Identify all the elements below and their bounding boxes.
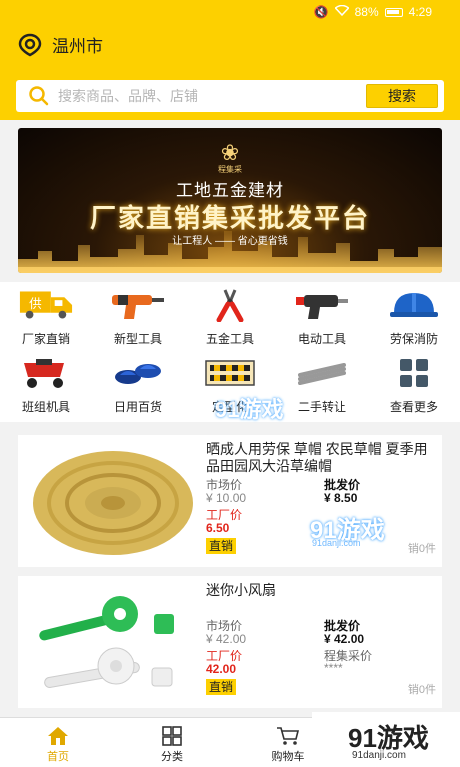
more-grid-icon bbox=[386, 356, 442, 390]
pliers-icon bbox=[202, 288, 258, 322]
category-item[interactable]: 查看更多 bbox=[378, 356, 450, 415]
category-item[interactable]: 二手转让 bbox=[286, 356, 358, 415]
search-icon bbox=[29, 86, 49, 106]
category-label: 日用百货 bbox=[113, 400, 162, 414]
flower-logo-icon: ❀ bbox=[220, 140, 240, 165]
tab-home[interactable]: 首页 bbox=[18, 726, 98, 764]
factory-price: 6.50 bbox=[206, 521, 230, 535]
category-item[interactable]: 劳保消防 bbox=[378, 288, 450, 347]
app-header: 🔇 88% 4:29 温州市 搜索商品、品牌、店铺 搜索 bbox=[0, 0, 460, 120]
category-label: 劳保消防 bbox=[389, 332, 438, 346]
battery-icon bbox=[384, 7, 403, 17]
banner-title: 厂家直销集采批发平台 bbox=[89, 203, 370, 233]
slippers-icon bbox=[110, 356, 166, 390]
banner-brand-text: 程集采 bbox=[218, 165, 242, 174]
category-label: 班组机具 bbox=[21, 400, 70, 414]
product-image bbox=[33, 451, 193, 555]
factory-price: 42.00 bbox=[206, 662, 237, 676]
product-image bbox=[39, 596, 174, 688]
mute-icon: 🔇 bbox=[313, 5, 329, 19]
promo-banner[interactable]: ❀ 程集采 工地五金建材 厂家直销集采批发平台 让工程人 —— 省心更省钱 bbox=[18, 128, 442, 273]
watermark-logo: 91游戏 bbox=[215, 397, 284, 422]
barrier-icon bbox=[202, 356, 258, 390]
cart-icon bbox=[18, 356, 74, 390]
home-icon bbox=[48, 727, 68, 745]
city-label: 温州市 bbox=[52, 37, 103, 56]
wifi-icon bbox=[333, 4, 350, 19]
wholesale-price: ¥ 8.50 bbox=[324, 491, 358, 505]
category-item[interactable]: 电动工具 bbox=[286, 288, 358, 347]
search-button[interactable]: 搜索 bbox=[366, 84, 438, 108]
tab-label: 购物车 bbox=[271, 751, 305, 763]
category-item[interactable]: 供 厂家直销 bbox=[10, 288, 82, 347]
sold-count: 销0件 bbox=[407, 543, 436, 555]
product-card[interactable]: 迷你小风扇 市场价 ¥ 42.00 批发价 ¥ 42.00 工厂价 42.00 … bbox=[18, 576, 442, 708]
watermark-url: 91danji.com bbox=[312, 538, 361, 548]
category-label: 查看更多 bbox=[389, 400, 438, 414]
market-price: ¥ 10.00 bbox=[206, 491, 247, 505]
category-label: 厂家直销 bbox=[21, 332, 70, 346]
direct-sale-badge: 直销 bbox=[206, 679, 237, 695]
product-card[interactable]: 晒成人用劳保 草帽 农民草帽 夏季用品田园风大沿草编帽 市场价 ¥ 10.00 … bbox=[18, 435, 442, 567]
product-name: 迷你小风扇 bbox=[206, 582, 276, 598]
battery-percent: 88% bbox=[354, 5, 379, 19]
drill-icon bbox=[110, 288, 166, 322]
sold-count: 销0件 bbox=[407, 684, 436, 696]
banner-tagline: 让工程人 —— 省心更省钱 bbox=[172, 236, 288, 247]
tab-label: 分类 bbox=[161, 751, 183, 763]
pipes-icon bbox=[294, 356, 350, 390]
category-item[interactable]: 五金工具 bbox=[194, 288, 266, 347]
category-icon bbox=[162, 726, 182, 746]
category-item[interactable]: 日用百货 bbox=[102, 356, 174, 415]
category-label: 电动工具 bbox=[297, 332, 346, 346]
watermark-badge: 91游戏 91danji.com bbox=[312, 712, 460, 767]
helmet-icon bbox=[386, 288, 442, 322]
search-bar[interactable]: 搜索商品、品牌、店铺 搜索 bbox=[16, 80, 444, 112]
group-price: **** bbox=[324, 661, 343, 675]
direct-sale-badge: 直销 bbox=[206, 538, 237, 554]
watermark-url: 91danji.com bbox=[352, 750, 406, 761]
tab-label: 首页 bbox=[47, 751, 69, 763]
category-label: 五金工具 bbox=[205, 332, 254, 346]
tab-category[interactable]: 分类 bbox=[132, 726, 212, 764]
product-name: 晒成人用劳保 草帽 农民草帽 夏季用品田园风大沿草编帽 bbox=[206, 441, 428, 474]
svg-text:供: 供 bbox=[29, 296, 42, 311]
market-price: ¥ 42.00 bbox=[206, 632, 247, 646]
category-item[interactable]: 班组机具 bbox=[10, 356, 82, 415]
location-pin-icon bbox=[18, 33, 42, 56]
wholesale-price: ¥ 42.00 bbox=[324, 632, 365, 646]
clock: 4:29 bbox=[408, 5, 432, 19]
banner-logo: ❀ 程集采 bbox=[18, 142, 442, 175]
location-selector[interactable]: 温州市 bbox=[18, 32, 103, 57]
cart-icon bbox=[277, 727, 300, 745]
category-label: 二手转让 bbox=[297, 400, 346, 414]
category-item[interactable]: 新型工具 bbox=[102, 288, 174, 347]
truck-icon: 供 bbox=[18, 288, 74, 322]
search-input[interactable]: 搜索商品、品牌、店铺 bbox=[58, 86, 366, 106]
category-label: 新型工具 bbox=[113, 332, 162, 346]
hammer-drill-icon bbox=[294, 288, 350, 322]
status-bar: 🔇 88% 4:29 bbox=[0, 0, 460, 24]
